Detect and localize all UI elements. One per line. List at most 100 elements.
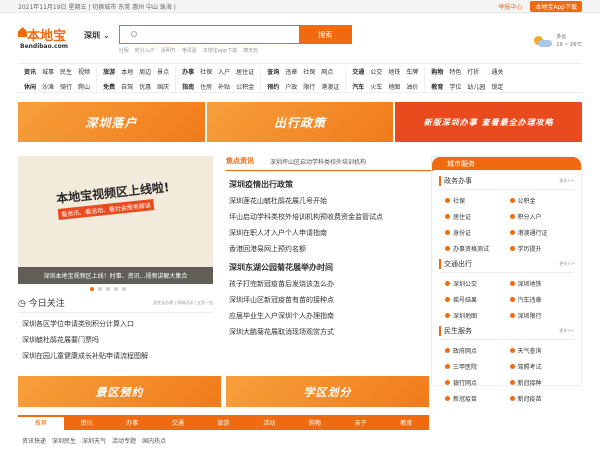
news-item[interactable]: 深圳坪山区新冠疫苗有苗的接种点 <box>226 295 433 305</box>
nav-item[interactable]: 公积金 <box>236 82 254 93</box>
service-item[interactable]: 深圳地图 <box>445 311 510 320</box>
nav-item[interactable]: 办事 <box>182 67 194 78</box>
slider-dot[interactable] <box>106 287 110 291</box>
nav-item[interactable]: 周边 <box>139 67 151 78</box>
nav-item[interactable]: 自驾 <box>121 82 133 93</box>
service-item[interactable]: 办事资格测试 <box>445 244 510 253</box>
service-item[interactable]: 政府网点 <box>445 346 510 355</box>
nav-item[interactable]: 资讯 <box>24 67 36 78</box>
more-link[interactable]: 更多>> <box>559 328 574 334</box>
channel-tab[interactable]: 活动 <box>246 418 292 427</box>
today-item[interactable]: 深圳毓杜鹃花展要门票吗 <box>18 335 213 345</box>
service-item[interactable]: 银行网点 <box>445 378 510 387</box>
video-slider[interactable]: 本地宝视频区上线啦! 看资讯、看活动、看社会服务解读 深圳本地宝视频区上线！时事… <box>18 156 213 284</box>
nav-item[interactable]: 汽车 <box>352 82 364 93</box>
service-item[interactable]: 居住证 <box>445 212 510 221</box>
news-item[interactable]: 香港回港易网上预约名额 <box>226 244 433 254</box>
sub-tab[interactable]: 深圳民生 <box>52 436 76 445</box>
slider-dot[interactable] <box>90 287 94 291</box>
nav-item[interactable]: 本地 <box>121 67 133 78</box>
nav-item[interactable]: 爬山 <box>78 82 90 93</box>
nav-item[interactable]: 旅游 <box>103 67 115 78</box>
city-selector[interactable]: 深圳 ⌄ <box>84 30 110 41</box>
nav-item[interactable]: 地铁 <box>388 67 400 78</box>
nav-item[interactable]: 指南 <box>182 82 194 93</box>
nav-item[interactable]: 违章 <box>285 67 297 78</box>
report-link[interactable]: 举报中心 <box>498 2 522 11</box>
nav-item[interactable]: 通关 <box>491 67 503 78</box>
nav-item[interactable]: 幼儿园 <box>467 82 485 93</box>
hot-keyword[interactable]: 电讯嘉 <box>182 47 197 54</box>
service-item[interactable]: 天气查询 <box>509 346 575 355</box>
search-input[interactable] <box>118 25 299 44</box>
service-item[interactable]: 深圳限行 <box>509 311 575 320</box>
nav-item[interactable]: 视频 <box>78 67 90 78</box>
service-item[interactable]: 身份证 <box>445 228 510 237</box>
weather-widget[interactable]: 多云 19 ~ 26℃ <box>534 33 582 49</box>
nav-item[interactable]: 教育 <box>431 82 443 93</box>
nav-item[interactable]: 入户 <box>218 67 230 78</box>
nav-item[interactable]: 特色 <box>449 67 461 78</box>
news-item[interactable]: 孩子打完新冠疫苗后发烧该怎么办 <box>226 279 433 289</box>
service-item[interactable]: 驾照考试 <box>509 362 575 371</box>
nav-item[interactable]: 城事 <box>42 67 54 78</box>
nav-item[interactable]: 打折 <box>467 67 485 78</box>
sub-tab[interactable]: 活动专题 <box>112 436 136 445</box>
service-item[interactable]: 摇号结果 <box>445 295 510 304</box>
hot-keyword[interactable]: 积分入户 <box>135 47 155 54</box>
service-item[interactable]: 三甲医院 <box>445 362 510 371</box>
sub-tab[interactable]: 资讯快递 <box>22 436 46 445</box>
tab-focus-news[interactable]: 焦点资讯 <box>226 156 254 166</box>
nav-item[interactable]: 预约 <box>267 82 279 93</box>
channel-tab[interactable]: 亲子 <box>338 418 384 427</box>
nav-item[interactable]: 查询 <box>267 67 279 78</box>
banner-travel[interactable]: 出行政策 <box>206 102 394 142</box>
nav-item[interactable]: 油价 <box>406 82 418 93</box>
service-item[interactable]: 社保 <box>445 196 510 205</box>
news-item[interactable]: 应届毕业生入户深圳个人办理指南 <box>226 311 433 321</box>
service-item[interactable]: 深圳公交 <box>445 279 510 288</box>
channel-tab[interactable]: 资讯 <box>64 418 110 427</box>
slider-dot[interactable] <box>114 287 118 291</box>
more-link[interactable]: 更多>> <box>559 178 574 184</box>
banner-affairs[interactable]: 新版深圳办事 查看最全办理攻略 <box>395 102 583 142</box>
nav-item[interactable]: 火车 <box>370 82 382 93</box>
service-item[interactable]: 公积金 <box>509 196 575 205</box>
hot-keyword[interactable]: 清明节 <box>161 47 176 54</box>
nav-item[interactable]: 车牌 <box>406 67 418 78</box>
hot-keyword[interactable]: 本地宝app下载 <box>203 47 237 54</box>
nav-item[interactable]: 国庆 <box>157 82 169 93</box>
channel-tab[interactable]: 交通 <box>155 418 201 427</box>
banner-settle[interactable]: 深圳落户 <box>18 102 205 142</box>
hot-keyword[interactable]: 摩天轮 <box>243 47 258 54</box>
news-item[interactable]: 坪山启动学科类校外培训机构预收费资金监管试点 <box>226 212 433 222</box>
channel-tab[interactable]: 教育 <box>383 418 429 427</box>
news-headline[interactable]: 深圳东湖公园菊花展举办时间 <box>226 262 433 273</box>
nav-item[interactable]: 优惠 <box>139 82 151 93</box>
nav-item[interactable]: 学位 <box>449 82 461 93</box>
nav-item[interactable]: 民生 <box>60 67 72 78</box>
news-item[interactable]: 深圳莲花山毓杜鹃花展几号开始 <box>226 196 433 206</box>
service-item[interactable]: 学历提升 <box>509 244 575 253</box>
banner-scenic[interactable]: 景区预约 <box>18 376 221 407</box>
channel-tab[interactable]: 购物 <box>292 418 338 427</box>
nav-item[interactable]: 社保 <box>303 67 315 78</box>
service-item[interactable]: 深圳地铁 <box>509 279 575 288</box>
nav-item[interactable]: 骑行 <box>60 82 72 93</box>
app-download-button[interactable]: 本地宝App下载 <box>530 0 582 12</box>
more-link[interactable]: 更多>> <box>559 261 574 267</box>
slider-dot[interactable] <box>98 287 102 291</box>
nav-item[interactable]: 锁定 <box>491 82 503 93</box>
nav-item[interactable]: 网点 <box>321 67 339 78</box>
service-item[interactable]: 积分入户 <box>509 212 575 221</box>
sub-tab[interactable]: 国内热点 <box>142 436 166 445</box>
service-item[interactable]: 新冠疫苗 <box>509 394 575 403</box>
service-item[interactable]: 新冠接种 <box>509 378 575 387</box>
nav-item[interactable]: 免费 <box>103 82 115 93</box>
channel-tab[interactable]: 推荐 <box>18 417 64 430</box>
logo[interactable]: 本地宝 Bendibao.com <box>18 25 78 51</box>
nav-item[interactable]: 购物 <box>431 67 443 78</box>
nav-item[interactable]: 沙滩 <box>42 82 54 93</box>
service-item[interactable]: 新冠疫苗 <box>445 394 510 403</box>
today-item[interactable]: 深圳各区学位申请类别积分计算入口 <box>18 319 213 329</box>
